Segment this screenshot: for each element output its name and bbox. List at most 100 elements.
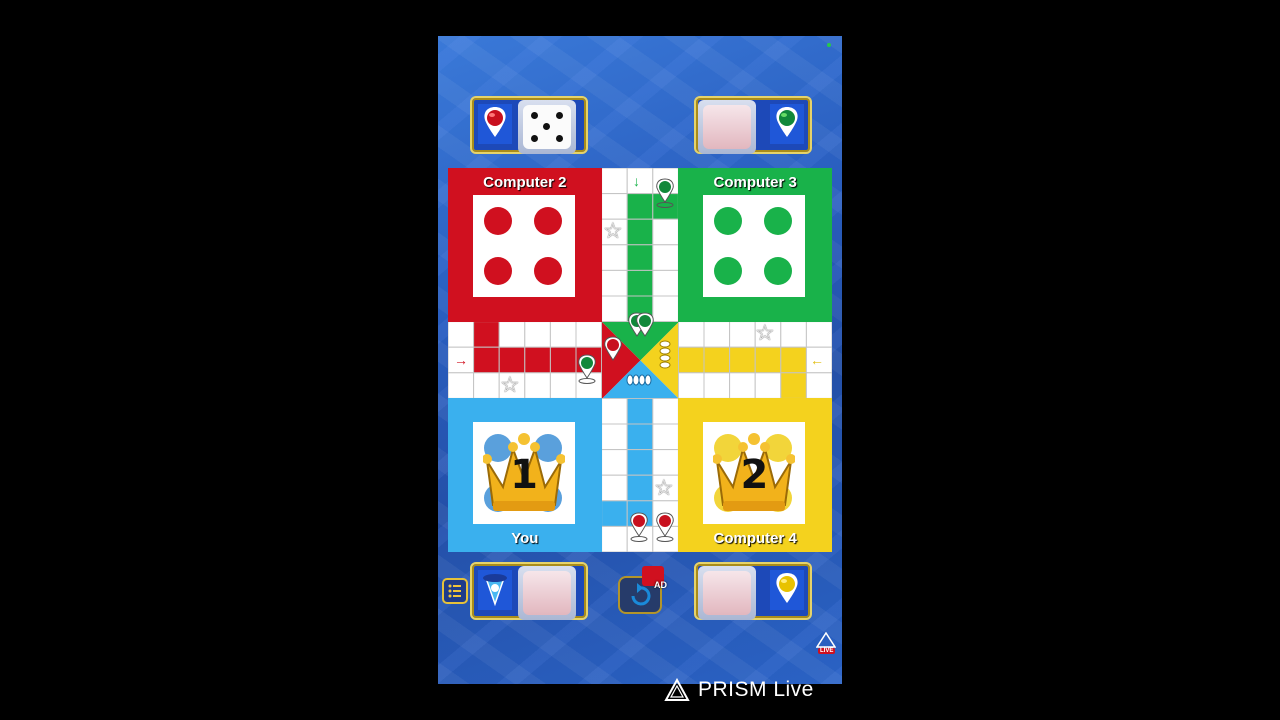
board-cell bbox=[626, 168, 654, 195]
safe-star-icon: ☆ bbox=[654, 475, 674, 500]
home-yellow: 2 Computer 4 bbox=[678, 398, 832, 552]
player-panel-top-right bbox=[694, 96, 812, 154]
red-token-icon bbox=[656, 512, 674, 542]
board-cell bbox=[549, 321, 577, 348]
safe-star-icon: ☆ bbox=[500, 372, 520, 397]
arrow-right-icon: → bbox=[454, 352, 468, 368]
board-cell bbox=[805, 372, 832, 399]
board-cell bbox=[601, 449, 628, 476]
board-cell bbox=[703, 346, 731, 374]
home-blue: 1 You bbox=[448, 398, 602, 552]
board-cell bbox=[601, 423, 628, 451]
dice-blank-icon bbox=[703, 571, 751, 615]
board-cell bbox=[677, 321, 705, 348]
board-cell bbox=[498, 321, 526, 348]
board-cell bbox=[549, 372, 577, 399]
player-panel-top-left bbox=[470, 96, 588, 154]
board-cell bbox=[524, 372, 551, 399]
player-name-top-left: Computer 2 bbox=[483, 174, 567, 191]
board-cell bbox=[601, 168, 628, 195]
board-cell bbox=[626, 474, 654, 502]
board-cell bbox=[677, 372, 705, 399]
rank-badge-computer-4: 2 bbox=[740, 452, 769, 499]
player-pin-green bbox=[770, 104, 804, 144]
dice-box-blue[interactable] bbox=[518, 566, 576, 620]
arrow-left-icon: ← bbox=[810, 352, 824, 368]
board-cell bbox=[575, 321, 603, 348]
red-token-icon bbox=[604, 336, 622, 361]
menu-list-icon bbox=[448, 584, 461, 598]
ad-badge: AD bbox=[654, 580, 667, 590]
rank-badge-you: 1 bbox=[510, 452, 538, 499]
home-red: Computer 2 bbox=[448, 168, 602, 322]
green-token-icon bbox=[636, 312, 654, 337]
board-cell bbox=[652, 218, 679, 246]
safe-star-icon: ☆ bbox=[603, 218, 623, 243]
board-cell bbox=[626, 269, 654, 297]
board-cell bbox=[652, 397, 679, 425]
board-cell bbox=[703, 372, 731, 399]
board-cell bbox=[677, 346, 705, 374]
red-token-icon bbox=[630, 512, 648, 542]
dice-icon[interactable] bbox=[523, 105, 571, 149]
board-cell bbox=[626, 193, 654, 220]
board-cell bbox=[626, 244, 654, 271]
arrow-down-icon: ↓ bbox=[633, 173, 640, 189]
ludo-board: Computer 2 Computer 3 1 You 2 Computer 4… bbox=[448, 168, 832, 552]
yellow-tokens-stack-icon bbox=[659, 340, 671, 369]
board-cell bbox=[601, 397, 628, 425]
green-token-icon bbox=[578, 354, 596, 384]
board-cell bbox=[473, 346, 500, 374]
live-badge: LIVE bbox=[818, 648, 836, 654]
board-cell bbox=[754, 346, 782, 374]
board-cell bbox=[729, 372, 756, 399]
menu-button[interactable] bbox=[442, 578, 468, 604]
player-panel-bottom-right bbox=[694, 562, 812, 620]
board-cell bbox=[780, 346, 807, 374]
board-cell bbox=[729, 321, 756, 348]
board-cell bbox=[601, 244, 628, 271]
prism-watermark: PRISM Live bbox=[664, 676, 814, 704]
safe-star-icon: ☆ bbox=[755, 320, 775, 345]
dice-box-yellow[interactable] bbox=[698, 566, 756, 620]
board-cell bbox=[652, 295, 679, 323]
board-cell bbox=[601, 525, 628, 552]
board-cell bbox=[524, 346, 551, 374]
status-dot bbox=[827, 43, 831, 47]
player-pin-yellow bbox=[770, 570, 804, 610]
dice-blank-icon bbox=[703, 105, 751, 149]
board-cell bbox=[754, 372, 782, 399]
dice-box-green[interactable] bbox=[698, 100, 756, 154]
board-cell bbox=[549, 346, 577, 374]
board-cell bbox=[601, 295, 628, 323]
board-cell bbox=[626, 218, 654, 246]
home-blue-yard: 1 bbox=[473, 422, 575, 525]
board-cell bbox=[601, 269, 628, 297]
board-cell bbox=[626, 449, 654, 476]
board-cell bbox=[498, 346, 526, 374]
home-green: Computer 3 bbox=[678, 168, 832, 322]
player-name-top-right: Computer 3 bbox=[713, 174, 797, 191]
board-cell bbox=[473, 372, 500, 399]
board-cell bbox=[448, 372, 475, 399]
player-name-bottom-right: Computer 4 bbox=[713, 530, 797, 548]
board-cell bbox=[729, 346, 756, 374]
prism-logo-icon bbox=[664, 678, 690, 701]
board-cell bbox=[652, 449, 679, 476]
ad-video-icon[interactable]: AD bbox=[642, 566, 667, 590]
home-red-yard bbox=[473, 195, 575, 297]
home-green-yard bbox=[703, 195, 806, 297]
watermark-text: PRISM Live bbox=[698, 678, 814, 701]
board-cell bbox=[473, 321, 500, 348]
dice-blank-icon bbox=[523, 571, 571, 615]
blue-tokens-stack-icon bbox=[626, 374, 652, 386]
player-avatar-blue bbox=[478, 570, 512, 610]
board-cell bbox=[652, 269, 679, 297]
player-panel-bottom-left bbox=[470, 562, 588, 620]
board-cell bbox=[780, 372, 807, 399]
board-cell bbox=[652, 423, 679, 451]
dice-box-red[interactable] bbox=[518, 100, 576, 154]
player-name-bottom-left: You bbox=[511, 530, 539, 548]
board-cell bbox=[601, 500, 628, 527]
board-cell bbox=[703, 321, 731, 348]
